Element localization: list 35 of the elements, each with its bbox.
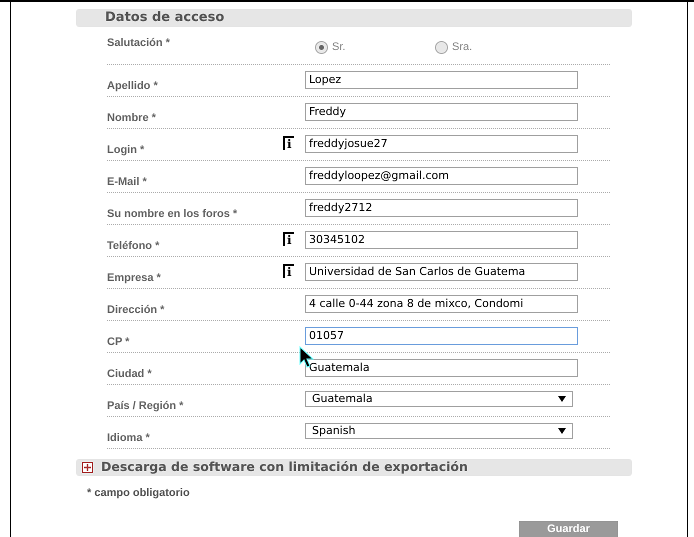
dropdown[interactable]: Guatemala [305, 391, 573, 407]
text-field[interactable]: freddyloopez@gmail.com [305, 167, 578, 185]
text-field[interactable]: 01057 [305, 327, 578, 345]
radio-label: Sra. [452, 40, 472, 55]
plus-icon [84, 464, 91, 471]
field-label: Ciudad * [107, 368, 152, 380]
radio-button[interactable] [435, 40, 448, 54]
text-field[interactable]: Freddy [305, 103, 578, 121]
field-label: Nombre * [107, 112, 156, 124]
text-field[interactable]: Guatemala [305, 359, 578, 377]
field-label: CP * [107, 336, 130, 348]
field-label: Su nombre en los foros * [107, 208, 238, 220]
text-field[interactable]: freddy2712 [305, 199, 578, 217]
required-note: * campo obligatorio [87, 486, 191, 501]
dropdown[interactable]: Spanish [305, 423, 573, 439]
section-header: Datos de acceso [76, 9, 632, 27]
field-label: Salutación * [107, 36, 171, 49]
field-label: Teléfono * [107, 240, 160, 252]
dropdown-arrow-icon [558, 396, 566, 402]
text-field[interactable]: Lopez [305, 71, 578, 89]
field-label: Apellido * [107, 80, 158, 92]
field-label: E-Mail * [107, 176, 147, 188]
text-field[interactable]: freddyjosue27 [305, 135, 578, 153]
field-label: Empresa * [107, 272, 161, 284]
field-label: Login * [107, 144, 144, 156]
dropdown-arrow-icon [558, 428, 566, 434]
text-field[interactable]: 30345102 [305, 231, 578, 249]
field-label: Idioma * [107, 432, 150, 444]
expandable-section-header[interactable]: Descarga de software con limitación de exportación [76, 459, 632, 476]
field-label: Dirección * [107, 304, 164, 316]
radio-button[interactable] [315, 40, 328, 54]
field-label: País / Región * [107, 400, 184, 412]
text-field[interactable]: 4 calle 0-44 zona 8 de mixco, Condomi [305, 295, 578, 313]
text-field[interactable]: Universidad de San Carlos de Guatema [305, 263, 578, 281]
radio-label: Sr. [332, 40, 346, 55]
